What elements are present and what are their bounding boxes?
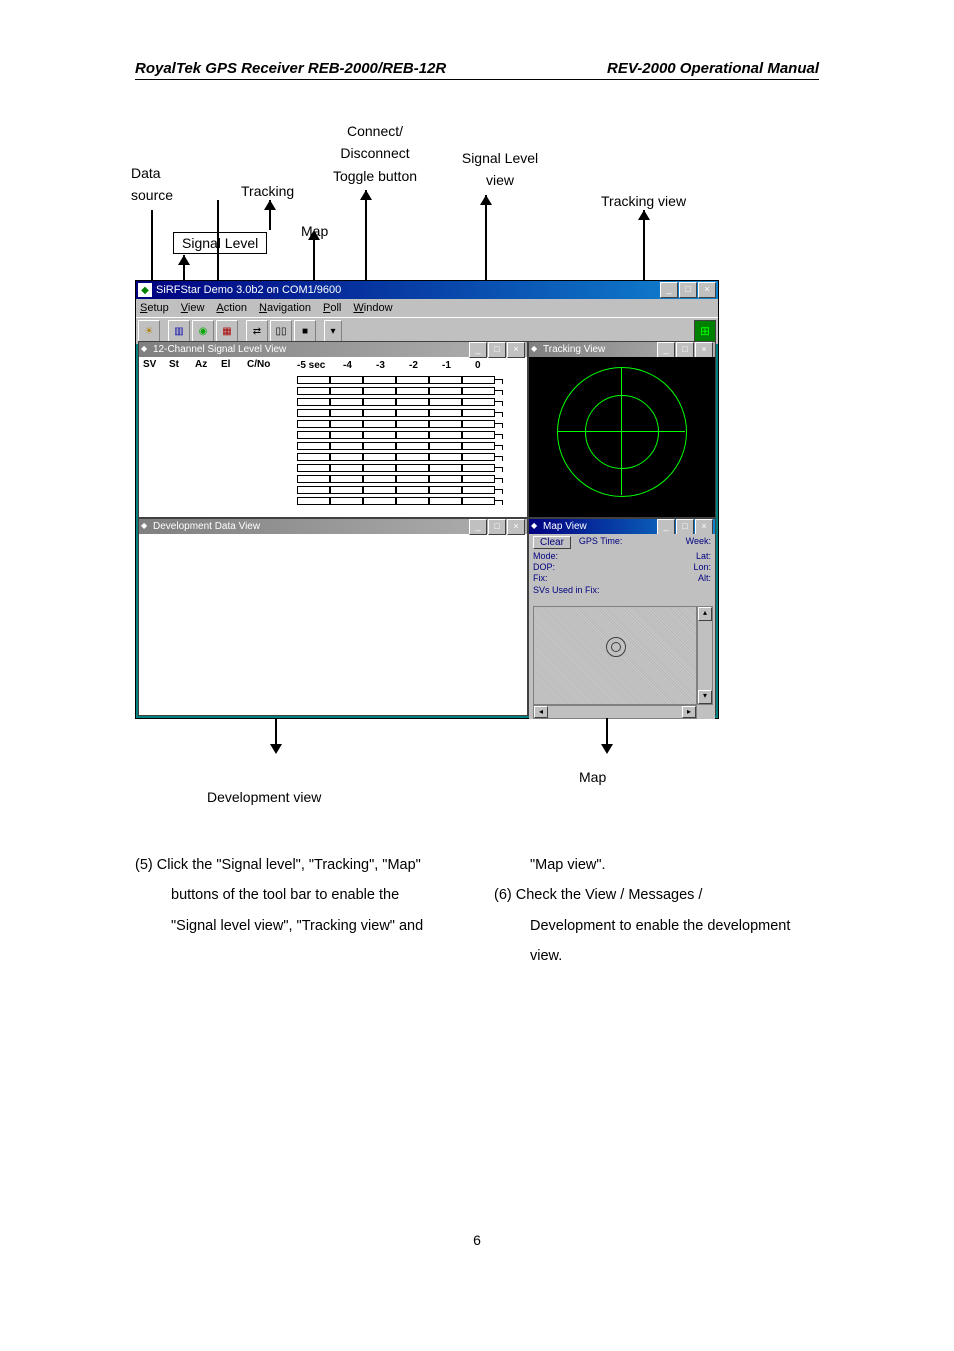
menu-window[interactable]: Window (353, 302, 392, 314)
item6-line3: view. (494, 941, 819, 971)
maximize-button[interactable]: □ (679, 282, 697, 298)
callout-connect: Connect/DisconnectToggle button (325, 120, 425, 187)
menu-setup[interactable]: Setup (140, 302, 169, 314)
col2-top: "Map view". (494, 850, 819, 880)
signal-scale: -5 sec -4 -3 -2 -1 0 (297, 360, 508, 371)
menu-action[interactable]: Action (216, 302, 247, 314)
menubar: Setup View Action Navigation Poll Window (136, 299, 718, 317)
tb-pause[interactable]: ▯▯ (270, 320, 292, 342)
callout-signal-level: Signal Level (173, 232, 267, 254)
item6-line2: Development to enable the development (494, 911, 819, 941)
trk-max[interactable]: □ (676, 342, 694, 358)
map-fix: Fix: (533, 573, 558, 583)
scroll-left-icon[interactable]: ◂ (534, 706, 548, 718)
tb-dropdown[interactable]: ▾ (324, 320, 342, 342)
app-title: SiRFStar Demo 3.0b2 on COM1/9600 (156, 284, 341, 296)
dev-max[interactable]: □ (488, 519, 506, 535)
tracking-title: ◆ Tracking View _ □ × (529, 342, 715, 357)
map-window: ◆ Map View _ □ × Clear GPS Time: Week: (528, 518, 716, 716)
item5-line1: (5) Click the "Signal level", "Tracking"… (135, 850, 460, 880)
item6-line1: (6) Check the View / Messages / (494, 880, 819, 910)
dev-icon: ◆ (141, 521, 153, 533)
map-gps-time: GPS Time: (579, 536, 623, 546)
page-number: 6 (135, 1232, 819, 1248)
signal-rows (297, 374, 503, 506)
tb-map[interactable]: ▦ (216, 320, 238, 342)
sig-min[interactable]: _ (469, 342, 487, 358)
map-lon: Lon: (693, 562, 711, 572)
signal-title: ◆ 12-Channel Signal Level View _ □ × (139, 342, 527, 357)
tb-stop[interactable]: ■ (294, 320, 316, 342)
map-vscroll[interactable]: ▴ ▾ (697, 606, 713, 705)
scroll-right-icon[interactable]: ▸ (682, 706, 696, 718)
map-canvas[interactable] (533, 606, 697, 705)
sig-max[interactable]: □ (488, 342, 506, 358)
app-titlebar: ◆ SiRFStar Demo 3.0b2 on COM1/9600 _ □ × (136, 281, 718, 299)
tracking-icon: ◆ (531, 344, 543, 356)
dev-min[interactable]: _ (469, 519, 487, 535)
map-max[interactable]: □ (676, 519, 694, 535)
item5-line3: "Signal level view", "Tracking view" and (135, 911, 460, 941)
tracking-window: ◆ Tracking View _ □ × (528, 341, 716, 518)
map-min[interactable]: _ (657, 519, 675, 535)
map-icon: ◆ (531, 521, 543, 533)
map-week: Week: (686, 536, 711, 546)
map-content: Clear GPS Time: Week: Mode: DOP: Fix: (529, 534, 715, 719)
app-icon: ◆ (138, 283, 152, 297)
map-alt: Alt: (693, 573, 711, 583)
map-hscroll[interactable]: ◂ ▸ (533, 705, 697, 719)
tb-signal-level[interactable]: ▥ (168, 320, 190, 342)
development-window: ◆ Development Data View _ □ × (138, 518, 528, 716)
dev-close[interactable]: × (507, 519, 525, 535)
trk-min[interactable]: _ (657, 342, 675, 358)
map-lat: Lat: (693, 551, 711, 561)
toolbar: ☀ ▥ ◉ ▦ ⇄ ▯▯ ■ ▾ ⊞ (136, 317, 718, 344)
map-close[interactable]: × (695, 519, 713, 535)
signal-level-window: ◆ 12-Channel Signal Level View _ □ × SV … (138, 341, 528, 518)
tb-data-source[interactable]: ☀ (138, 320, 160, 342)
map-clear-button[interactable]: Clear (533, 536, 571, 549)
map-title: ◆ Map View _ □ × (529, 519, 715, 534)
menu-poll[interactable]: Poll (323, 302, 341, 314)
header-right: REV-2000 Operational Manual (607, 60, 819, 77)
close-button[interactable]: × (698, 282, 716, 298)
map-mode: Mode: (533, 551, 558, 561)
signal-icon: ◆ (141, 344, 153, 356)
app-window: ◆ SiRFStar Demo 3.0b2 on COM1/9600 _ □ ×… (135, 280, 719, 719)
scroll-down-icon[interactable]: ▾ (698, 690, 712, 704)
menu-view[interactable]: View (181, 302, 205, 314)
minimize-button[interactable]: _ (660, 282, 678, 298)
header-left: RoyalTek GPS Receiver REB-2000/REB-12R (135, 60, 446, 77)
item5-line2: buttons of the tool bar to enable the (135, 880, 460, 910)
tb-tracking[interactable]: ◉ (192, 320, 214, 342)
map-svs: SVs Used in Fix: (533, 585, 711, 595)
dev-title: ◆ Development Data View _ □ × (139, 519, 527, 534)
label-dev-view: Development view (207, 786, 321, 808)
scroll-up-icon[interactable]: ▴ (698, 607, 712, 621)
callout-data-source: Datasource (131, 162, 173, 207)
map-target-icon (606, 637, 626, 657)
map-dop: DOP: (533, 562, 558, 572)
menu-navigation[interactable]: Navigation (259, 302, 311, 314)
tb-status-icon: ⊞ (694, 320, 716, 342)
callout-sig-view: Signal Levelview (455, 147, 545, 192)
tb-connect[interactable]: ⇄ (246, 320, 268, 342)
sig-close[interactable]: × (507, 342, 525, 358)
label-map: Map (579, 766, 606, 788)
dev-content (139, 534, 527, 715)
tracking-canvas (529, 357, 715, 517)
trk-close[interactable]: × (695, 342, 713, 358)
